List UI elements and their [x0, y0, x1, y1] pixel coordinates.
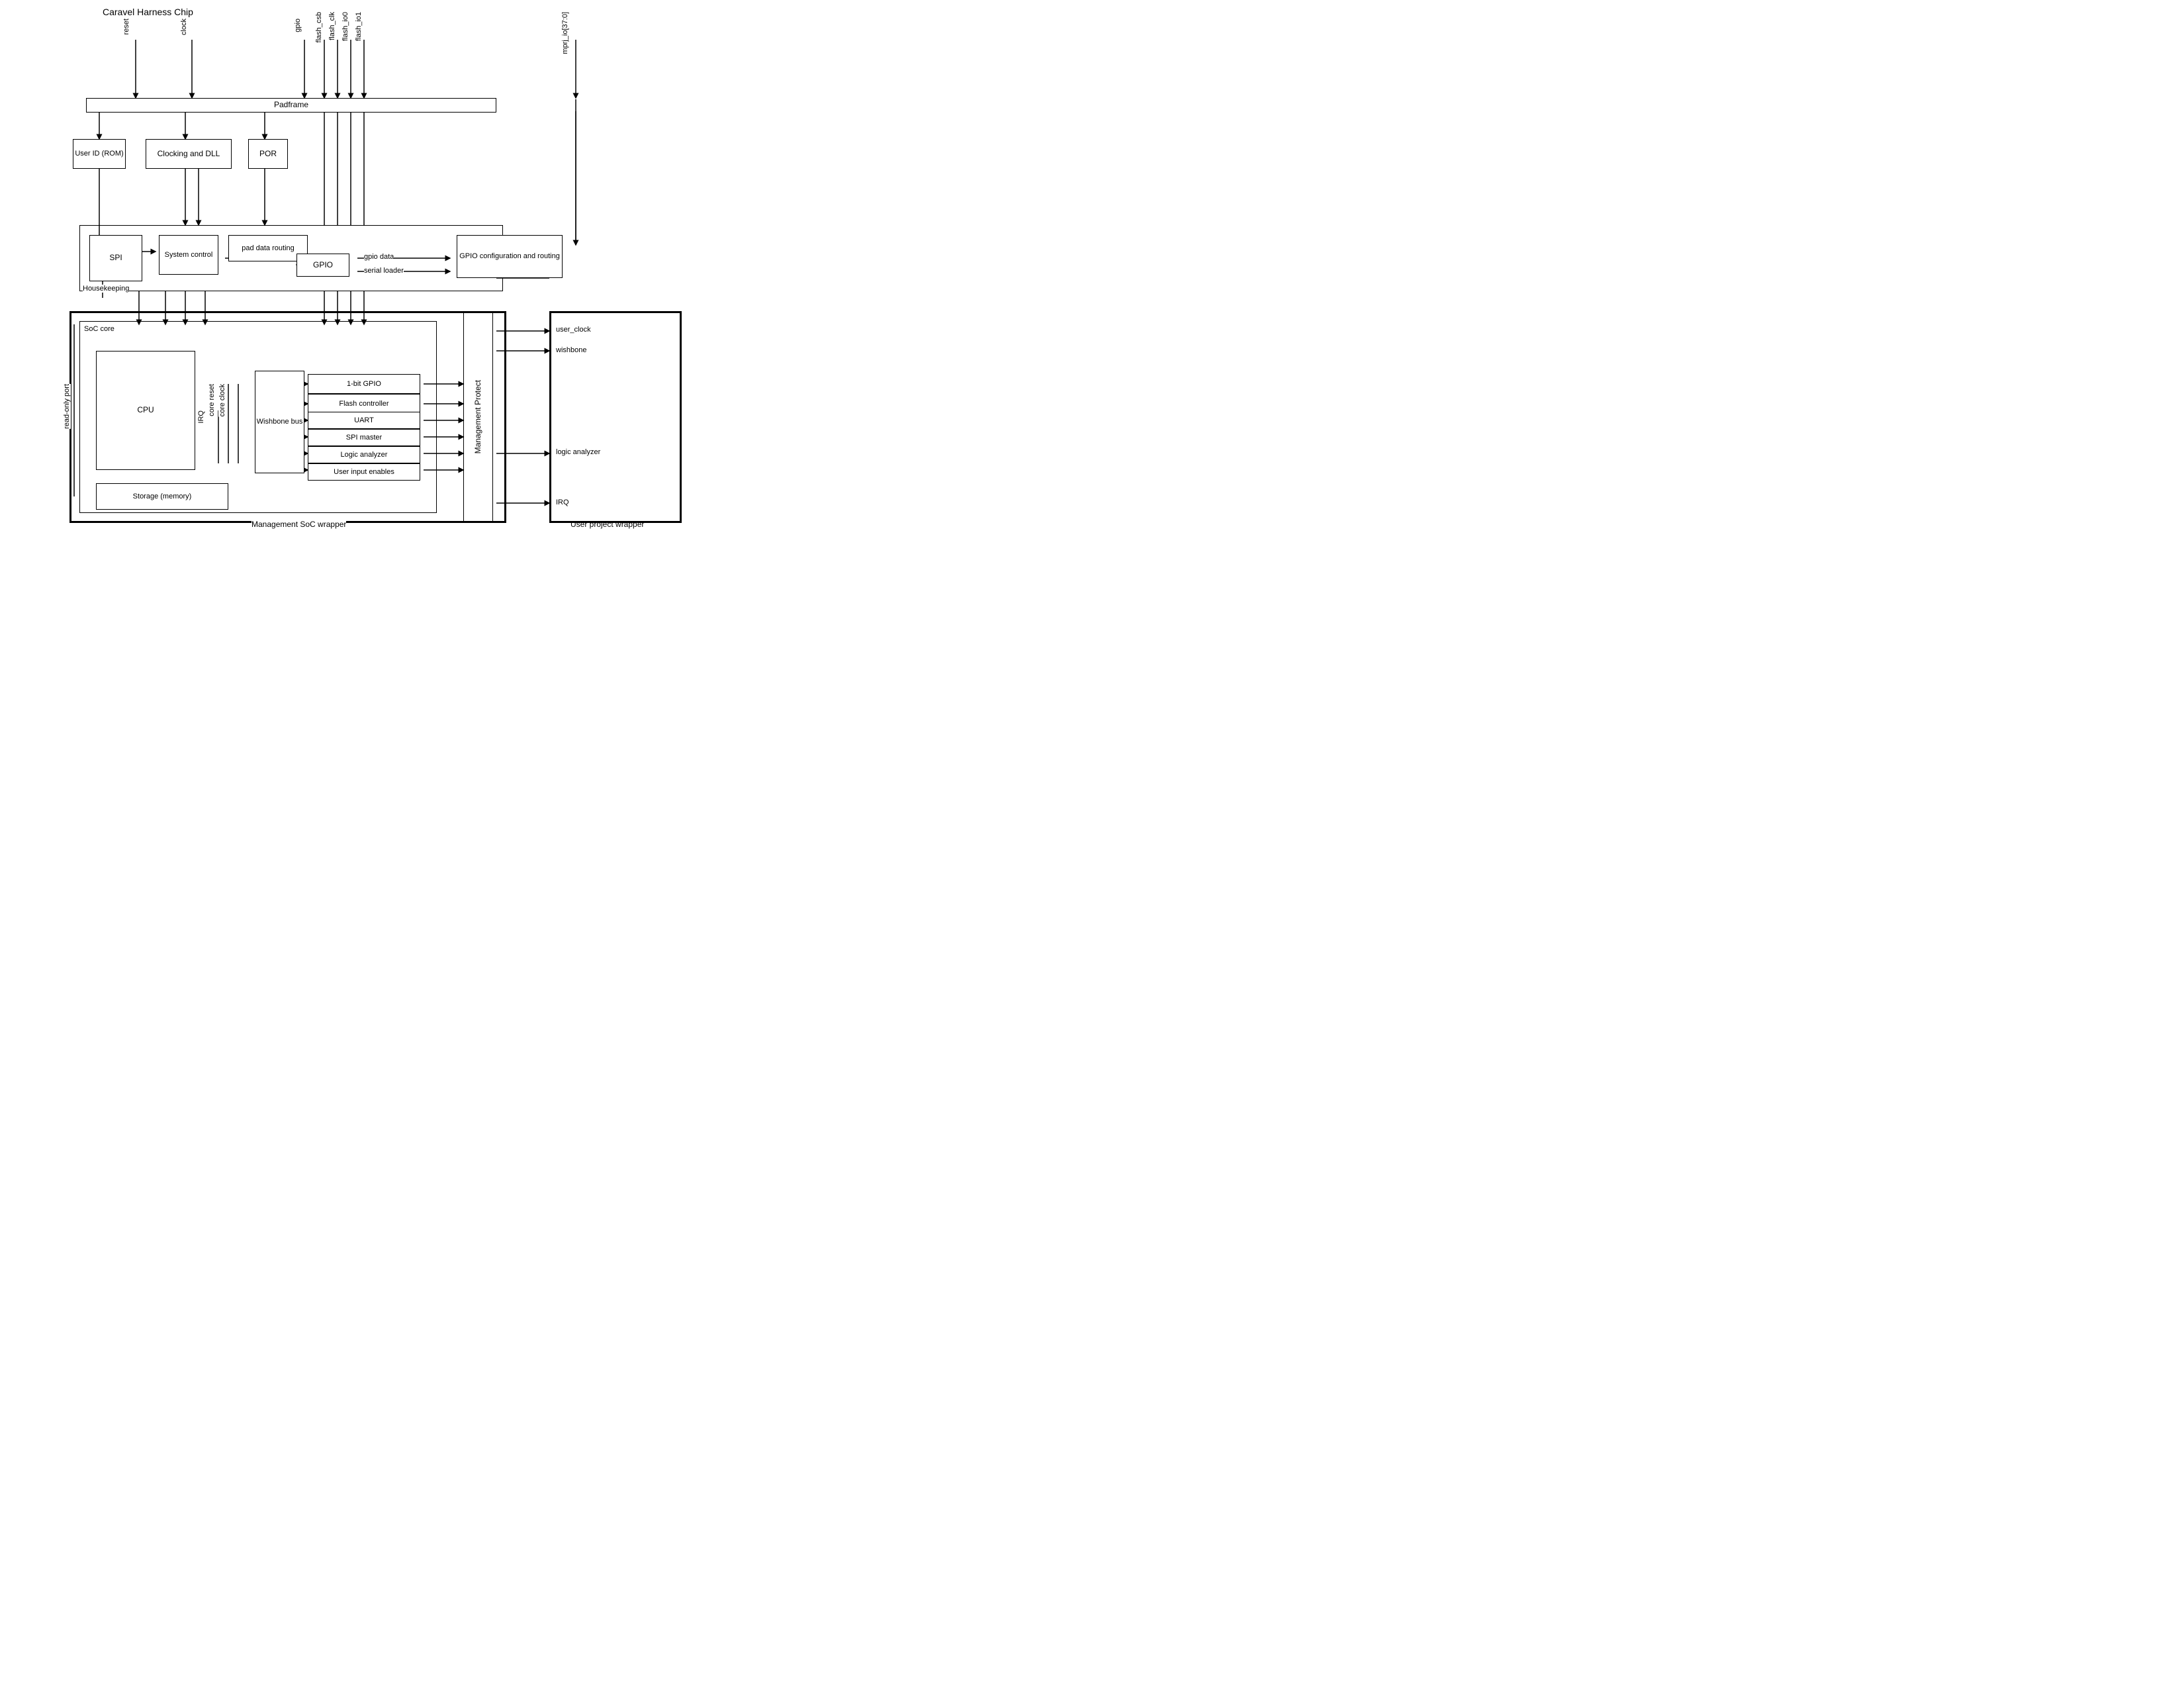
box-user-id: User ID (ROM): [73, 139, 126, 169]
label-reset: reset: [122, 19, 130, 34]
box-logic-analyzer: Logic analyzer: [308, 446, 420, 463]
box-storage: Storage (memory): [96, 483, 228, 510]
box-gpio-config: GPIO configuration and routing: [457, 235, 563, 278]
label-flash-io0: flash_io0: [341, 12, 349, 41]
box-clocking: Clocking and DLL: [146, 139, 232, 169]
label-flash-csb: flash_csb: [315, 12, 323, 42]
label-housekeeping: Housekeeping: [83, 285, 129, 293]
box-1bit-gpio: 1-bit GPIO: [308, 374, 420, 394]
label-core-clock: core clock: [218, 384, 226, 417]
box-por: POR: [248, 139, 288, 169]
label-core-reset: core reset: [208, 384, 216, 416]
box-padframe: Padframe: [86, 98, 496, 113]
label-read-only-port: read-only port: [63, 384, 71, 429]
chip-title: Caravel Harness Chip: [103, 7, 193, 17]
label-flash-io1: flash_io1: [355, 12, 363, 41]
chip-diagram: Caravel Harness Chip reset clock gpio fl…: [0, 0, 728, 563]
label-gpio-data: gpio data: [364, 253, 394, 261]
box-cpu: CPU: [96, 351, 195, 470]
label-serial-loader: serial loader: [364, 267, 404, 275]
box-flash-ctrl: Flash controller: [308, 394, 420, 414]
box-spi: SPI: [89, 235, 142, 281]
label-irq-cpu: IRQ: [197, 410, 205, 424]
label-gpio: gpio: [294, 19, 302, 32]
box-uart: UART: [308, 412, 420, 429]
box-wishbone: Wishbone bus: [255, 371, 304, 473]
label-clock: clock: [180, 19, 188, 35]
box-mgmt-protect: Management Protect: [463, 311, 493, 523]
box-user-project: [549, 311, 682, 523]
label-flash-clk: flash_clk: [328, 12, 336, 40]
box-gpio: GPIO: [296, 254, 349, 277]
label-mgmt-soc-wrapper: Management SoC wrapper: [251, 520, 346, 529]
box-user-input-enables: User input enables: [308, 463, 420, 481]
box-system-control: System control: [159, 235, 218, 275]
box-pad-data: pad data routing: [228, 235, 308, 261]
box-spi-master: SPI master: [308, 429, 420, 446]
label-mprj-io: mprj_io[37:0]: [561, 12, 569, 54]
